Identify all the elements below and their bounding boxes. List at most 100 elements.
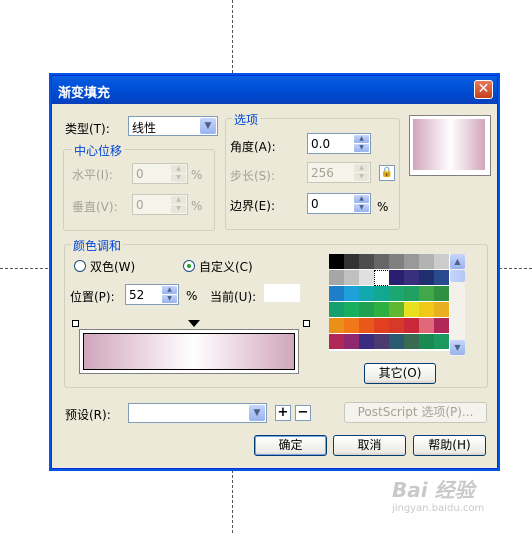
angle-spinner[interactable]: 0.0 ▲ ▼ — [307, 133, 371, 154]
position-spinner[interactable]: 52 ▲ ▼ — [125, 284, 179, 305]
palette-swatch[interactable] — [434, 334, 450, 350]
preset-label: 预设(R): — [65, 408, 111, 422]
palette-swatch[interactable] — [419, 318, 435, 334]
palette-swatch[interactable] — [359, 334, 375, 350]
palette-swatch[interactable] — [374, 286, 390, 302]
current-color-swatch[interactable] — [264, 284, 300, 302]
palette-swatch[interactable] — [434, 318, 450, 334]
palette-swatch[interactable] — [419, 270, 435, 286]
palette-swatch[interactable] — [344, 334, 360, 350]
palette-swatch[interactable] — [389, 270, 405, 286]
palette-swatch[interactable] — [359, 254, 375, 270]
steps-label: 步长(S): — [230, 169, 276, 183]
palette-swatch[interactable] — [359, 270, 375, 286]
palette-swatch[interactable] — [329, 334, 345, 350]
watermark-logo: Bai 经验 — [392, 478, 475, 502]
palette-swatch[interactable] — [389, 254, 405, 270]
palette-swatch[interactable] — [404, 302, 420, 318]
custom-radio[interactable] — [183, 260, 195, 272]
palette-swatch[interactable] — [389, 286, 405, 302]
type-select[interactable]: 线性 ▼ — [128, 116, 218, 136]
color-blend-title: 颜色调和 — [71, 237, 124, 254]
gradient-start-handle[interactable] — [72, 320, 79, 327]
palette-swatch[interactable] — [344, 302, 360, 318]
remove-preset-button[interactable]: − — [295, 405, 311, 421]
palette-swatch[interactable] — [404, 318, 420, 334]
position-value: 52 — [129, 288, 145, 302]
palette-swatch[interactable] — [329, 270, 345, 286]
palette-swatch[interactable] — [404, 270, 420, 286]
gradient-midpoint-marker[interactable] — [188, 320, 200, 327]
palette-swatch[interactable] — [374, 318, 390, 334]
palette-swatch[interactable] — [419, 302, 435, 318]
vertical-spinner: 0 ▲ ▼ — [132, 194, 188, 215]
palette-swatch[interactable] — [434, 254, 450, 270]
palette-swatch[interactable] — [389, 302, 405, 318]
edge-label: 边界(E): — [230, 199, 275, 213]
palette-swatch[interactable] — [389, 318, 405, 334]
plus-icon: + — [277, 405, 289, 420]
palette-swatch[interactable] — [344, 270, 360, 286]
palette-swatch[interactable] — [374, 334, 390, 350]
angle-label: 角度(A): — [230, 140, 276, 154]
scroll-thumb[interactable] — [450, 270, 465, 282]
edge-unit: % — [377, 200, 389, 214]
palette-swatch[interactable] — [419, 286, 435, 302]
palette-swatch[interactable] — [404, 334, 420, 350]
gradient-end-handle[interactable] — [303, 320, 310, 327]
palette-swatch[interactable] — [419, 334, 435, 350]
chevron-down-icon: ▼ — [249, 405, 265, 421]
scroll-down-icon[interactable]: ▼ — [450, 340, 465, 355]
palette-swatch[interactable] — [404, 286, 420, 302]
watermark: Bai 经验 jingyan.baidu.com — [392, 474, 522, 522]
edge-spinner[interactable]: 0 ▲ ▼ — [307, 193, 371, 214]
type-select-value: 线性 — [132, 121, 157, 135]
position-unit: % — [186, 289, 198, 303]
close-button[interactable]: ✕ — [474, 80, 493, 99]
edge-value: 0 — [311, 197, 319, 211]
lock-icon[interactable]: 🔒 — [379, 165, 395, 181]
horizontal-unit: % — [191, 168, 203, 182]
palette-swatch[interactable] — [389, 334, 405, 350]
color-palette[interactable] — [329, 254, 450, 351]
gradient-bar[interactable] — [83, 333, 295, 370]
palette-swatch[interactable] — [329, 286, 345, 302]
palette-swatch[interactable] — [374, 302, 390, 318]
gradient-preview — [413, 119, 485, 170]
horizontal-value: 0 — [136, 167, 144, 181]
palette-scrollbar[interactable]: ▲ ▼ — [450, 254, 465, 356]
gradient-fill-dialog: 渐变填充 ✕ 类型(T): 线性 ▼ 中心位移 水平(I): 0 ▲ ▼ % 垂直… — [51, 75, 498, 469]
minus-icon: − — [297, 405, 309, 420]
title-bar[interactable]: 渐变填充 ✕ — [52, 76, 497, 104]
palette-swatch[interactable] — [359, 318, 375, 334]
palette-swatch[interactable] — [434, 302, 450, 318]
cancel-button[interactable]: 取消 — [333, 435, 406, 456]
scroll-up-icon[interactable]: ▲ — [450, 254, 465, 269]
preset-select[interactable]: ▼ — [128, 403, 267, 423]
palette-swatch[interactable] — [329, 254, 345, 270]
other-button[interactable]: 其它(O) — [364, 363, 436, 384]
palette-swatch[interactable] — [359, 286, 375, 302]
palette-swatch[interactable] — [419, 254, 435, 270]
gradient-preview-frame — [409, 115, 491, 176]
two-color-radio[interactable] — [74, 260, 86, 272]
palette-swatch[interactable] — [359, 302, 375, 318]
palette-swatch[interactable] — [329, 302, 345, 318]
palette-swatch[interactable] — [344, 254, 360, 270]
palette-swatch[interactable] — [434, 270, 450, 286]
palette-swatch[interactable] — [344, 318, 360, 334]
palette-swatch[interactable] — [329, 318, 345, 334]
palette-swatch[interactable] — [374, 270, 390, 286]
palette-swatch[interactable] — [374, 254, 390, 270]
palette-swatch[interactable] — [344, 286, 360, 302]
help-button[interactable]: 帮助(H) — [413, 435, 486, 456]
ok-button[interactable]: 确定 — [254, 435, 327, 456]
palette-swatch[interactable] — [434, 286, 450, 302]
gradient-bar-frame — [79, 329, 299, 374]
palette-swatch[interactable] — [404, 254, 420, 270]
vertical-value: 0 — [136, 198, 144, 212]
postscript-options-button: PostScript 选项(P)... — [344, 402, 487, 423]
add-preset-button[interactable]: + — [275, 405, 291, 421]
dialog-title: 渐变填充 — [58, 86, 111, 101]
steps-value: 256 — [311, 166, 334, 180]
